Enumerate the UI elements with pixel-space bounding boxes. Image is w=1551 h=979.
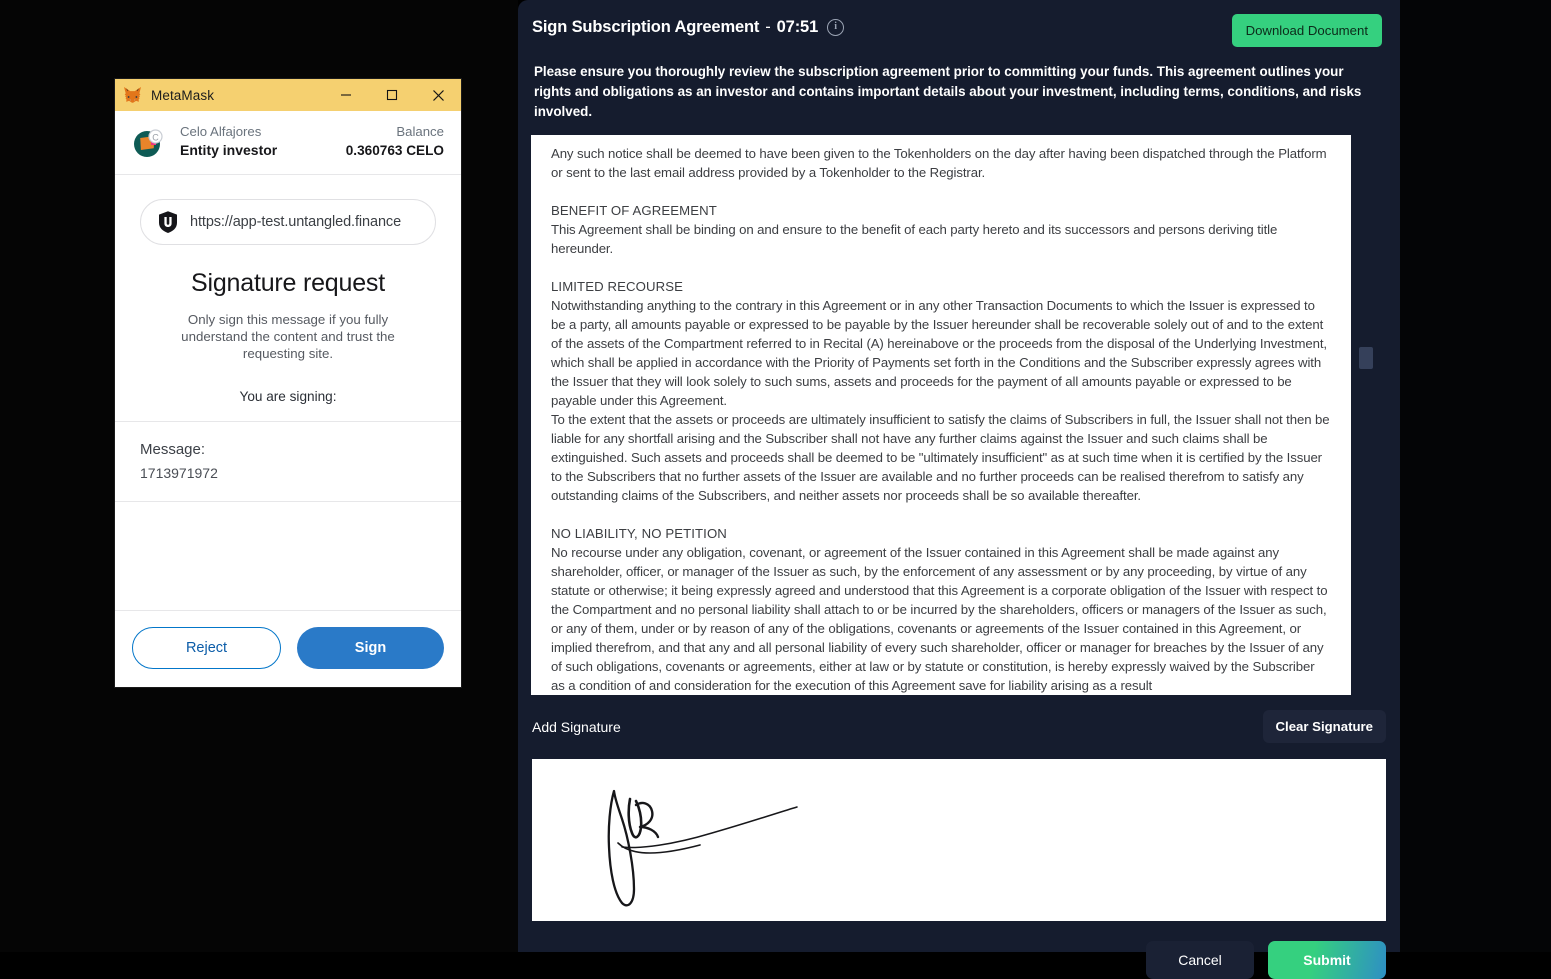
sign-subscription-agreement-modal: Sign Subscription Agreement - 07:51 i Do… [518, 0, 1400, 979]
agreement-paragraph: Notwithstanding anything to the contrary… [551, 298, 1327, 408]
add-signature-label: Add Signature [532, 718, 621, 735]
signature-request-title: Signature request [191, 269, 385, 297]
window-title: MetaMask [151, 87, 215, 103]
signature-section-header: Add Signature Clear Signature [532, 710, 1386, 743]
handwritten-signature-icon [607, 789, 798, 907]
modal-header: Sign Subscription Agreement - 07:51 i Do… [518, 0, 1400, 47]
fox-icon [123, 86, 142, 104]
signature-request-subtitle: Only sign this message if you fully unde… [181, 312, 395, 361]
message-block: Message: 1713971972 [115, 422, 461, 502]
metamask-titlebar: MetaMask [115, 79, 461, 111]
agreement-paragraph: Any such notice shall be deemed to have … [551, 146, 1327, 180]
network-name: Celo Alfajores [180, 124, 262, 139]
modal-title-dash: - [765, 18, 771, 36]
signature-canvas[interactable] [532, 759, 1386, 921]
agreement-document-text: Any such notice shall be deemed to have … [551, 144, 1331, 695]
message-label: Message: [140, 441, 206, 458]
document-scrollbar-thumb[interactable] [1359, 347, 1373, 369]
site-url: https://app-test.untangled.finance [190, 214, 402, 230]
clear-signature-button[interactable]: Clear Signature [1262, 710, 1386, 743]
document-scroll-wrapper: Any such notice shall be deemed to have … [531, 135, 1388, 695]
agreement-heading: BENEFIT OF AGREEMENT [551, 203, 717, 218]
modal-description: Please ensure you thoroughly review the … [534, 64, 1362, 119]
minimize-icon[interactable] [323, 79, 369, 111]
metamask-notification-window: MetaMask C Celo Alfajores Entity investo… [114, 78, 462, 688]
reject-button[interactable]: Reject [132, 627, 281, 669]
modal-title-text: Sign Subscription Agreement [532, 18, 760, 36]
metamask-balance-block: Balance 0.360763 CELO [346, 123, 444, 160]
metamask-account-info: Celo Alfajores Entity investor [180, 123, 346, 160]
agreement-heading: LIMITED RECOURSE [551, 279, 684, 294]
account-name: Entity investor [180, 142, 278, 158]
metamask-account-row: C Celo Alfajores Entity investor Balance… [115, 111, 461, 175]
balance-value: 0.360763 CELO [345, 143, 444, 158]
site-pill-wrapper: https://app-test.untangled.finance [115, 175, 461, 245]
download-document-button[interactable]: Download Document [1231, 14, 1382, 47]
message-value: 1713971972 [140, 465, 218, 481]
agreement-paragraph: This Agreement shall be binding on and e… [551, 222, 1278, 256]
submit-button[interactable]: Submit [1268, 941, 1386, 979]
agreement-paragraph: No recourse under any obligation, covena… [551, 545, 1328, 693]
svg-text:C: C [152, 132, 159, 142]
countdown-timer: 07:51 [776, 18, 819, 36]
cancel-button[interactable]: Cancel [1146, 941, 1254, 979]
sign-button[interactable]: Sign [297, 627, 444, 669]
agreement-paragraph: To the extent that the assets or proceed… [551, 412, 1330, 503]
maximize-icon[interactable] [369, 79, 415, 111]
info-icon[interactable]: i [827, 19, 845, 36]
untangled-logo-icon [157, 210, 179, 234]
requesting-site-pill: https://app-test.untangled.finance [140, 199, 436, 245]
page-title: Sign Subscription Agreement - 07:51 i [532, 14, 845, 37]
modal-title-row: Sign Subscription Agreement - 07:51 i Do… [532, 14, 1382, 47]
agreement-heading: NO LIABILITY, NO PETITION [551, 526, 727, 541]
message-empty-area [115, 502, 461, 611]
metamask-action-buttons: Reject Sign [115, 611, 461, 687]
page-backdrop-right [1400, 0, 1551, 952]
balance-label: Balance [396, 124, 444, 139]
modal-footer: Cancel Submit [532, 941, 1386, 979]
document-scrollbar[interactable] [1359, 135, 1373, 695]
celo-network-icon: C [132, 125, 166, 159]
signing-label: You are signing: [115, 389, 461, 422]
agreement-document-viewer[interactable]: Any such notice shall be deemed to have … [531, 135, 1351, 695]
close-icon[interactable] [415, 79, 461, 111]
